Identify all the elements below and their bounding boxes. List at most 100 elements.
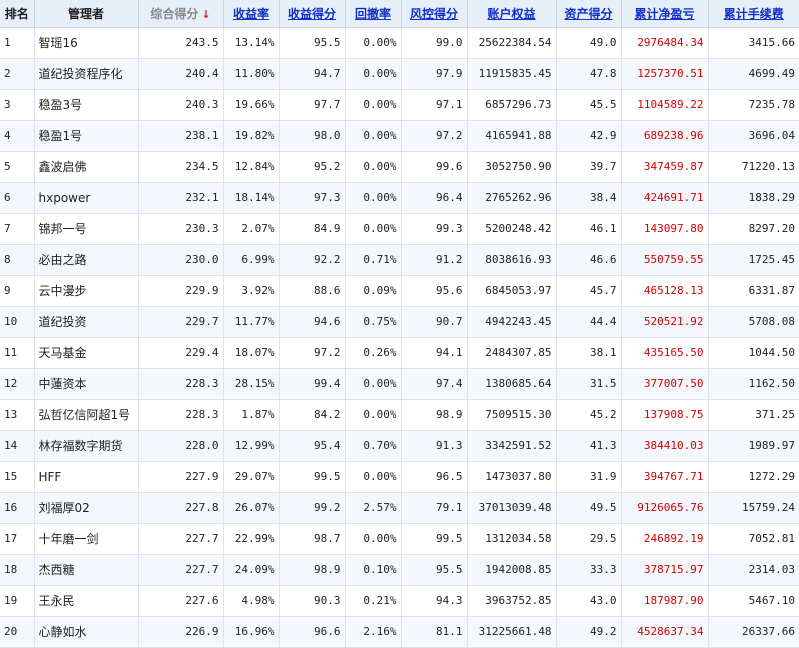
cell-risk-score: 95.6 <box>401 275 468 307</box>
cell-equity: 37013039.48 <box>467 492 557 524</box>
cell-return-score: 84.2 <box>279 399 346 431</box>
cell-net-profit: 1257370.51 <box>621 58 709 90</box>
cell-net-profit: 384410.03 <box>621 430 709 462</box>
cell-return-rate: 29.07% <box>223 461 280 493</box>
cell-equity: 5200248.42 <box>467 213 557 245</box>
column-header-label: 收益得分 <box>287 6 336 21</box>
cell-net-profit: 435165.50 <box>621 337 709 369</box>
cell-drawdown: 0.00% <box>345 213 402 245</box>
column-header-drawdown[interactable]: 回撤率 <box>345 0 402 28</box>
cell-return-score: 84.9 <box>279 213 346 245</box>
cell-return-score: 99.4 <box>279 368 346 400</box>
cell-risk-score: 99.5 <box>401 523 468 555</box>
cell-drawdown: 0.00% <box>345 182 402 214</box>
cell-equity: 31225661.48 <box>467 616 557 648</box>
sort-descending-arrow-icon[interactable]: ↓ <box>201 8 210 21</box>
column-header-risk-score[interactable]: 风控得分 <box>401 0 468 28</box>
table-body: 1 智瑶16 243.5 13.14% 95.5 0.00% 99.0 25622384.54… <box>0 27 799 648</box>
cell-fees: 1838.29 <box>708 182 799 214</box>
cell-asset-score: 29.5 <box>556 523 622 555</box>
cell-rank: 8 <box>0 244 35 276</box>
cell-return-rate: 11.77% <box>223 306 280 338</box>
cell-manager: HFF <box>34 461 139 493</box>
cell-rank: 2 <box>0 58 35 90</box>
cell-total-score: 227.9 <box>138 461 224 493</box>
cell-equity: 3963752.85 <box>467 585 557 617</box>
cell-fees: 7052.81 <box>708 523 799 555</box>
column-header-label: 综合得分 <box>150 6 199 21</box>
cell-fees: 7235.78 <box>708 89 799 121</box>
cell-return-rate: 26.07% <box>223 492 280 524</box>
cell-risk-score: 94.1 <box>401 337 468 369</box>
cell-fees: 1989.97 <box>708 430 799 462</box>
cell-return-rate: 18.14% <box>223 182 280 214</box>
cell-risk-score: 96.4 <box>401 182 468 214</box>
cell-rank: 3 <box>0 89 35 121</box>
cell-rank: 15 <box>0 461 35 493</box>
cell-equity: 3052750.90 <box>467 151 557 183</box>
cell-return-rate: 24.09% <box>223 554 280 586</box>
cell-drawdown: 0.71% <box>345 244 402 276</box>
column-header-fees[interactable]: 累计手续费 <box>708 0 799 28</box>
table-row: 11 天马基金 229.4 18.07% 97.2 0.26% 94.1 2484307.85… <box>0 337 799 369</box>
cell-drawdown: 0.09% <box>345 275 402 307</box>
cell-fees: 1044.50 <box>708 337 799 369</box>
cell-total-score: 228.3 <box>138 399 224 431</box>
cell-return-score: 99.5 <box>279 461 346 493</box>
cell-total-score: 229.4 <box>138 337 224 369</box>
cell-asset-score: 49.2 <box>556 616 622 648</box>
column-header-label: 管理者 <box>67 6 104 21</box>
cell-asset-score: 41.3 <box>556 430 622 462</box>
cell-asset-score: 43.0 <box>556 585 622 617</box>
column-header-asset-score[interactable]: 资产得分 <box>556 0 622 28</box>
cell-drawdown: 2.16% <box>345 616 402 648</box>
cell-risk-score: 91.2 <box>401 244 468 276</box>
cell-return-rate: 19.66% <box>223 89 280 121</box>
cell-net-profit: 187987.90 <box>621 585 709 617</box>
cell-drawdown: 0.10% <box>345 554 402 586</box>
cell-equity: 1942008.85 <box>467 554 557 586</box>
cell-return-rate: 11.80% <box>223 58 280 90</box>
cell-total-score: 227.7 <box>138 554 224 586</box>
cell-equity: 1473037.80 <box>467 461 557 493</box>
column-header-total-score[interactable]: 综合得分 ↓ <box>138 0 224 28</box>
cell-net-profit: 1104589.22 <box>621 89 709 121</box>
cell-net-profit: 2976484.34 <box>621 27 709 59</box>
cell-asset-score: 31.9 <box>556 461 622 493</box>
cell-net-profit: 424691.71 <box>621 182 709 214</box>
cell-asset-score: 46.6 <box>556 244 622 276</box>
cell-net-profit: 378715.97 <box>621 554 709 586</box>
column-header-net-profit[interactable]: 累计净盈亏 <box>621 0 709 28</box>
column-header-label: 账户权益 <box>487 6 536 21</box>
cell-total-score: 228.0 <box>138 430 224 462</box>
cell-manager: 刘福厚02 <box>34 492 139 524</box>
cell-total-score: 240.3 <box>138 89 224 121</box>
column-header-return-score[interactable]: 收益得分 <box>279 0 346 28</box>
cell-risk-score: 97.9 <box>401 58 468 90</box>
cell-manager: 弘哲亿信阿超1号 <box>34 399 139 431</box>
cell-asset-score: 38.4 <box>556 182 622 214</box>
table-row: 5 鑫波启佛 234.5 12.84% 95.2 0.00% 99.6 3052750.90 3… <box>0 151 799 183</box>
cell-drawdown: 0.00% <box>345 461 402 493</box>
cell-return-rate: 22.99% <box>223 523 280 555</box>
table-row: 20 心静如水 226.9 16.96% 96.6 2.16% 81.1 31225661.4… <box>0 616 799 648</box>
cell-equity: 6845053.97 <box>467 275 557 307</box>
cell-net-profit: 9126065.76 <box>621 492 709 524</box>
column-header-label: 回撤率 <box>354 6 391 21</box>
cell-rank: 4 <box>0 120 35 152</box>
cell-risk-score: 91.3 <box>401 430 468 462</box>
table-row: 6 hxpower 232.1 18.14% 97.3 0.00% 96.4 2765262.… <box>0 182 799 214</box>
cell-manager: 锦邦一号 <box>34 213 139 245</box>
cell-risk-score: 97.4 <box>401 368 468 400</box>
column-header-return-rate[interactable]: 收益率 <box>223 0 280 28</box>
cell-drawdown: 0.00% <box>345 120 402 152</box>
cell-manager: 王永民 <box>34 585 139 617</box>
cell-drawdown: 0.00% <box>345 368 402 400</box>
cell-asset-score: 39.7 <box>556 151 622 183</box>
cell-risk-score: 99.3 <box>401 213 468 245</box>
cell-net-profit: 137908.75 <box>621 399 709 431</box>
cell-net-profit: 4528637.34 <box>621 616 709 648</box>
column-header-equity[interactable]: 账户权益 <box>467 0 557 28</box>
cell-return-score: 98.7 <box>279 523 346 555</box>
cell-return-rate: 19.82% <box>223 120 280 152</box>
